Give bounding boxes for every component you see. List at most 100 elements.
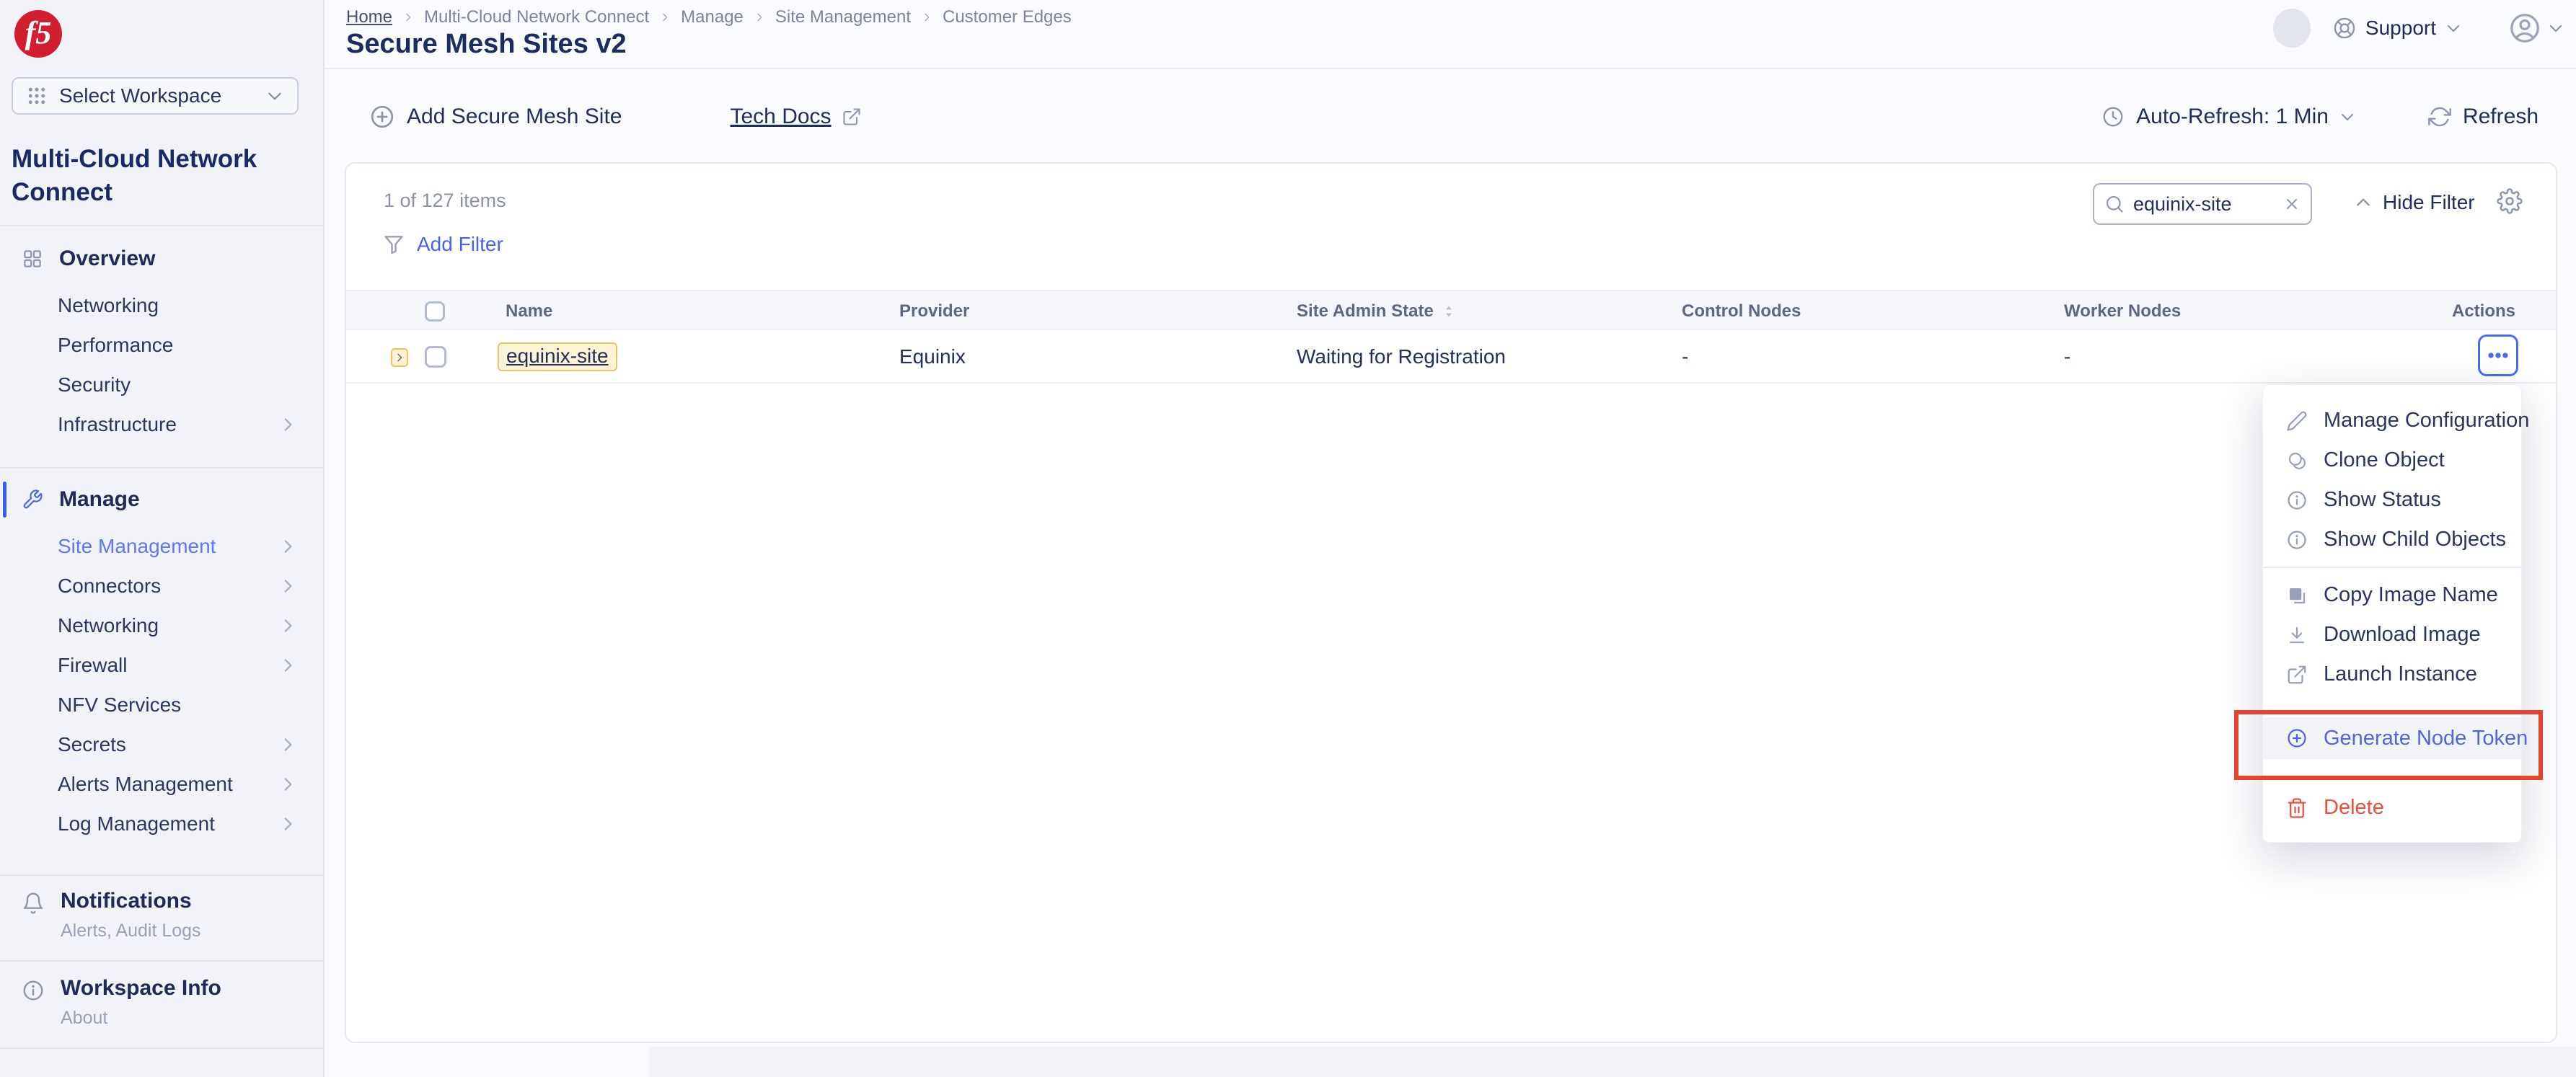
menu-item-download-image[interactable]: Download Image (2263, 615, 2521, 655)
row-actions-button[interactable] (2478, 334, 2518, 376)
clock-icon (2101, 105, 2125, 128)
breadcrumb-site-management[interactable]: Site Management (775, 7, 911, 27)
pencil-icon (2286, 410, 2308, 432)
sidebar-item-nfv-services[interactable]: NFV Services (0, 685, 323, 724)
chevron-right-icon (278, 577, 297, 595)
menu-item-copy-image-name[interactable]: Copy Image Name (2263, 575, 2521, 615)
funnel-icon (382, 233, 405, 256)
chevron-up-icon (2354, 193, 2373, 212)
column-header-provider[interactable]: Provider (899, 291, 969, 332)
refresh-label: Refresh (2463, 105, 2538, 129)
notifications-sublabel: Alerts, Audit Logs (61, 921, 201, 941)
workspace-selector-label: Select Workspace (59, 84, 265, 107)
chevron-right-icon (278, 537, 297, 556)
row-checkbox[interactable] (425, 346, 446, 368)
sidebar-item-label: Infrastructure (58, 413, 278, 436)
support-label: Support (2365, 17, 2436, 40)
chevron-right-icon (278, 815, 297, 833)
main-area: Home Multi-Cloud Network Connect Manage … (325, 0, 2576, 1077)
sidebar-item-connectors[interactable]: Connectors (0, 566, 323, 606)
clear-search-icon[interactable] (2283, 195, 2301, 213)
lifebuoy-icon (2332, 16, 2357, 40)
table-row: equinix-site Equinix Waiting for Registr… (346, 330, 2556, 384)
sidebar-item-label: Networking (58, 614, 278, 637)
chevron-right-icon (278, 616, 297, 635)
menu-item-clone-object[interactable]: Clone Object (2263, 440, 2521, 480)
bottom-strip (649, 1047, 2576, 1077)
f5-logo[interactable]: f5 (14, 10, 62, 58)
menu-item-show-status[interactable]: Show Status (2263, 480, 2521, 520)
sidebar-item-networking[interactable]: Networking (0, 285, 323, 325)
account-menu[interactable] (2508, 12, 2564, 45)
breadcrumb-mcn-connect[interactable]: Multi-Cloud Network Connect (424, 7, 649, 27)
sidebar-section-manage-header[interactable]: Manage (0, 479, 323, 520)
info-icon (22, 979, 45, 1002)
sidebar-section-overview-header[interactable]: Overview (0, 238, 323, 280)
menu-spacer (2263, 759, 2521, 788)
cell-provider: Equinix (899, 330, 966, 384)
row-expander[interactable] (391, 348, 408, 367)
sidebar-item-log-management[interactable]: Log Management (0, 804, 323, 843)
sidebar-item-site-management[interactable]: Site Management (0, 526, 323, 566)
select-all-checkbox-cell (425, 291, 445, 332)
sidebar-section-overview: Overview Networking Performance Security… (0, 238, 323, 444)
breadcrumb: Home Multi-Cloud Network Connect Manage … (346, 7, 1072, 27)
sidebar-notifications[interactable]: Notifications Alerts, Audit Logs (0, 874, 323, 941)
menu-item-delete[interactable]: Delete (2263, 788, 2521, 828)
menu-spacer (2263, 694, 2521, 717)
hide-filter-label: Hide Filter (2383, 191, 2475, 214)
workspace-selector[interactable]: Select Workspace (12, 77, 299, 115)
chevron-right-icon (278, 415, 297, 434)
row-actions-menu: Manage Configuration Clone Object Show S… (2262, 384, 2522, 843)
gear-icon[interactable] (2497, 188, 2523, 214)
sidebar-item-secrets[interactable]: Secrets (0, 724, 323, 764)
column-header-worker-nodes[interactable]: Worker Nodes (2064, 291, 2181, 332)
sidebar-item-security[interactable]: Security (0, 365, 323, 404)
sidebar-item-networking-manage[interactable]: Networking (0, 606, 323, 645)
column-header-site-admin-state[interactable]: Site Admin State (1297, 291, 1457, 332)
menu-item-manage-configuration[interactable]: Manage Configuration (2263, 401, 2521, 440)
support-menu[interactable]: Support (2332, 16, 2462, 40)
sidebar-item-performance[interactable]: Performance (0, 325, 323, 365)
menu-item-generate-node-token[interactable]: Generate Node Token (2263, 717, 2521, 759)
sidebar-item-label: NFV Services (58, 693, 297, 717)
select-all-checkbox[interactable] (425, 301, 445, 322)
chevron-right-icon (278, 735, 297, 754)
breadcrumb-separator-icon (921, 12, 932, 23)
chevron-down-icon (2339, 108, 2356, 125)
breadcrumb-home[interactable]: Home (346, 7, 392, 27)
sidebar-item-label: Performance (58, 334, 297, 357)
site-name-link[interactable]: equinix-site (506, 345, 609, 367)
search-input[interactable] (2133, 193, 2283, 216)
wrench-icon (22, 489, 43, 510)
avatar-placeholder (2273, 9, 2311, 48)
clone-icon (2286, 450, 2308, 471)
menu-item-launch-instance[interactable]: Launch Instance (2263, 655, 2521, 694)
chevron-down-icon (2445, 19, 2462, 37)
sort-icon[interactable] (1441, 303, 1457, 319)
sidebar-item-firewall[interactable]: Firewall (0, 645, 323, 685)
breadcrumb-separator-icon (402, 12, 414, 23)
bell-icon (22, 892, 45, 915)
toolbar: Add Secure Mesh Site Tech Docs Auto-Refr… (325, 71, 2576, 162)
column-header-control-nodes[interactable]: Control Nodes (1682, 291, 1801, 332)
divider (0, 467, 323, 469)
workspace-info-sublabel: About (61, 1008, 221, 1029)
hide-filter-button[interactable]: Hide Filter (2354, 191, 2475, 214)
tech-docs-link[interactable]: Tech Docs (731, 105, 862, 129)
user-avatar-icon (2508, 12, 2541, 45)
auto-refresh-dropdown[interactable]: Auto-Refresh: 1 Min (2101, 105, 2356, 129)
cell-site-admin-state: Waiting for Registration (1297, 330, 1506, 384)
menu-item-show-child-objects[interactable]: Show Child Objects (2263, 520, 2521, 559)
sidebar-workspace-info[interactable]: Workspace Info About (0, 962, 323, 1029)
overview-grid-icon (22, 248, 43, 270)
sidebar-item-infrastructure[interactable]: Infrastructure (0, 404, 323, 444)
add-filter-button[interactable]: Add Filter (382, 233, 503, 256)
sidebar-item-alerts-management[interactable]: Alerts Management (0, 764, 323, 804)
tech-docs-label: Tech Docs (731, 105, 832, 129)
header-right-controls: Support (2273, 9, 2564, 48)
add-secure-mesh-site-button[interactable]: Add Secure Mesh Site (369, 104, 622, 130)
refresh-button[interactable]: Refresh (2428, 105, 2538, 129)
breadcrumb-manage[interactable]: Manage (681, 7, 744, 27)
column-header-name[interactable]: Name (506, 291, 552, 332)
